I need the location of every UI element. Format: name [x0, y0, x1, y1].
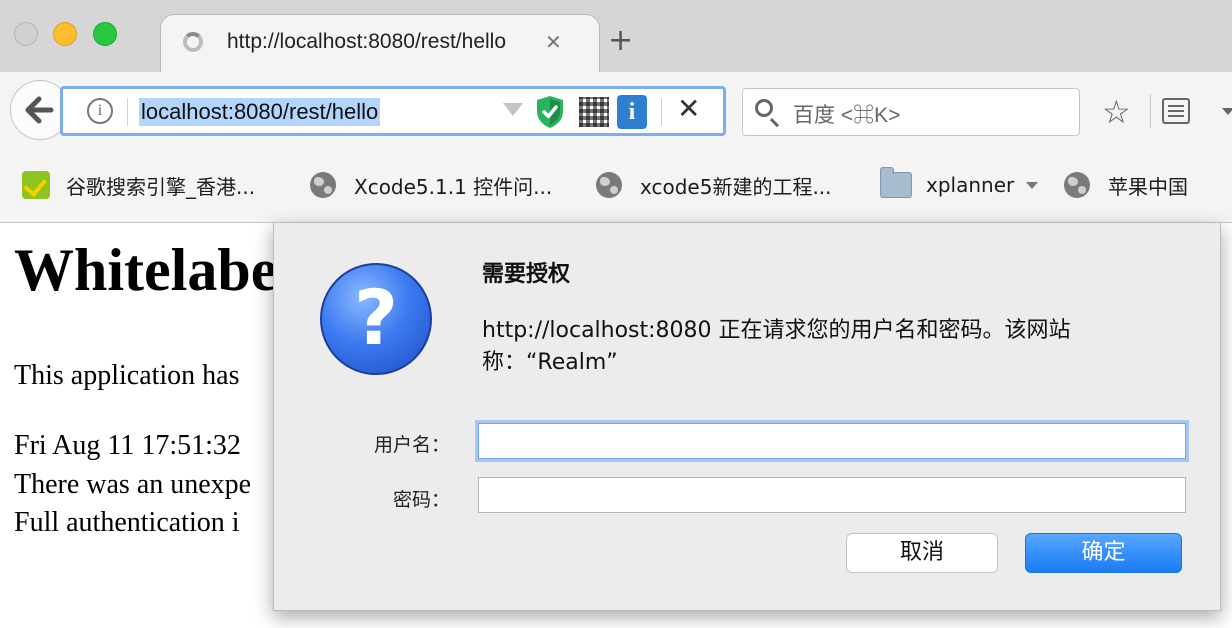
tab-strip: http://localhost:8080/rest/hello ✕ + — [0, 0, 1232, 73]
overflow-menu-icon[interactable] — [1222, 108, 1232, 115]
search-icon — [755, 99, 773, 117]
bookmark-item[interactable]: xcode5新建的工程... — [596, 170, 832, 200]
username-label: 用户名： — [373, 434, 450, 456]
dialog-message: http://localhost:8080 正在请求您的用户名和密码。该网站称：… — [482, 318, 1071, 375]
extension-badge-icon[interactable]: i — [617, 95, 647, 129]
bookmark-label: 苹果中国 — [1108, 174, 1188, 199]
bookmark-label: xplanner — [926, 173, 1015, 197]
folder-icon — [880, 167, 912, 198]
chevron-down-icon — [1026, 181, 1039, 189]
url-separator — [127, 98, 128, 126]
auth-dialog: ? 需要授权 http://localhost:8080 正在请求您的用户名和密… — [273, 223, 1221, 611]
url-history-dropdown-icon[interactable] — [503, 103, 523, 116]
new-tab-button[interactable]: + — [608, 26, 633, 56]
qr-code-icon[interactable] — [579, 97, 609, 127]
bookmark-label: xcode5新建的工程... — [640, 174, 832, 199]
stop-loading-button[interactable]: ✕ — [677, 92, 700, 125]
question-icon: ? — [320, 263, 432, 375]
url-bar[interactable]: i localhost:8080/rest/hello i ✕ — [60, 86, 726, 136]
bookmark-star-icon[interactable]: ☆ — [1102, 94, 1131, 130]
browser-tab[interactable]: http://localhost:8080/rest/hello ✕ — [160, 14, 600, 73]
security-shield-icon[interactable] — [535, 95, 565, 129]
page-text-line: Fri Aug 11 17:51:32 — [14, 430, 241, 461]
loading-spinner-icon — [183, 32, 203, 52]
bookmark-item[interactable]: Xcode5.1.1 控件问... — [310, 170, 552, 200]
window-close-button[interactable] — [14, 22, 38, 46]
reading-list-icon[interactable] — [1162, 98, 1190, 124]
password-field[interactable] — [478, 477, 1186, 513]
window-minimize-button[interactable] — [53, 22, 77, 46]
username-field[interactable] — [478, 423, 1186, 459]
browser-chrome: http://localhost:8080/rest/hello ✕ + i l… — [0, 0, 1232, 223]
bookmark-folder[interactable]: xplanner — [880, 167, 1039, 200]
tab-close-icon[interactable]: ✕ — [545, 30, 562, 54]
bookmark-label: Xcode5.1.1 控件问... — [354, 174, 553, 199]
cancel-button[interactable]: 取消 — [846, 533, 998, 573]
search-bar[interactable]: 百度 <⌘K> — [742, 88, 1080, 136]
page-text-line: Full authentication i — [14, 507, 240, 538]
bookmark-item[interactable]: 苹果中国 — [1064, 170, 1188, 200]
ok-button[interactable]: 确定 — [1025, 533, 1182, 573]
globe-icon — [1064, 172, 1090, 198]
url-separator — [661, 98, 662, 126]
globe-icon — [310, 172, 336, 198]
page-text-line: There was an unexpe — [14, 469, 252, 500]
bookmarks-toolbar: 谷歌搜索引擎_香港... Xcode5.1.1 控件问... xcode5新建的… — [0, 156, 1232, 222]
bookmark-label: 谷歌搜索引擎_香港... — [66, 174, 256, 199]
page-heading: Whitelabe — [14, 237, 278, 303]
site-info-icon[interactable]: i — [87, 98, 113, 124]
tab-title: http://localhost:8080/rest/hello — [227, 30, 507, 53]
dialog-title: 需要授权 — [482, 262, 571, 287]
page-text-line: This application has — [14, 360, 240, 391]
nav-bar: i localhost:8080/rest/hello i ✕ 百度 <⌘K> … — [0, 72, 1232, 156]
password-label: 密码： — [392, 489, 450, 511]
window-maximize-button[interactable] — [93, 22, 117, 46]
bookmark-item[interactable]: 谷歌搜索引擎_香港... — [22, 170, 255, 200]
toolbar-separator — [1150, 94, 1151, 128]
google-hk-favicon-icon — [22, 171, 50, 199]
search-placeholder: 百度 <⌘K> — [793, 104, 901, 127]
globe-icon — [596, 172, 622, 198]
url-text[interactable]: localhost:8080/rest/hello — [139, 98, 381, 126]
